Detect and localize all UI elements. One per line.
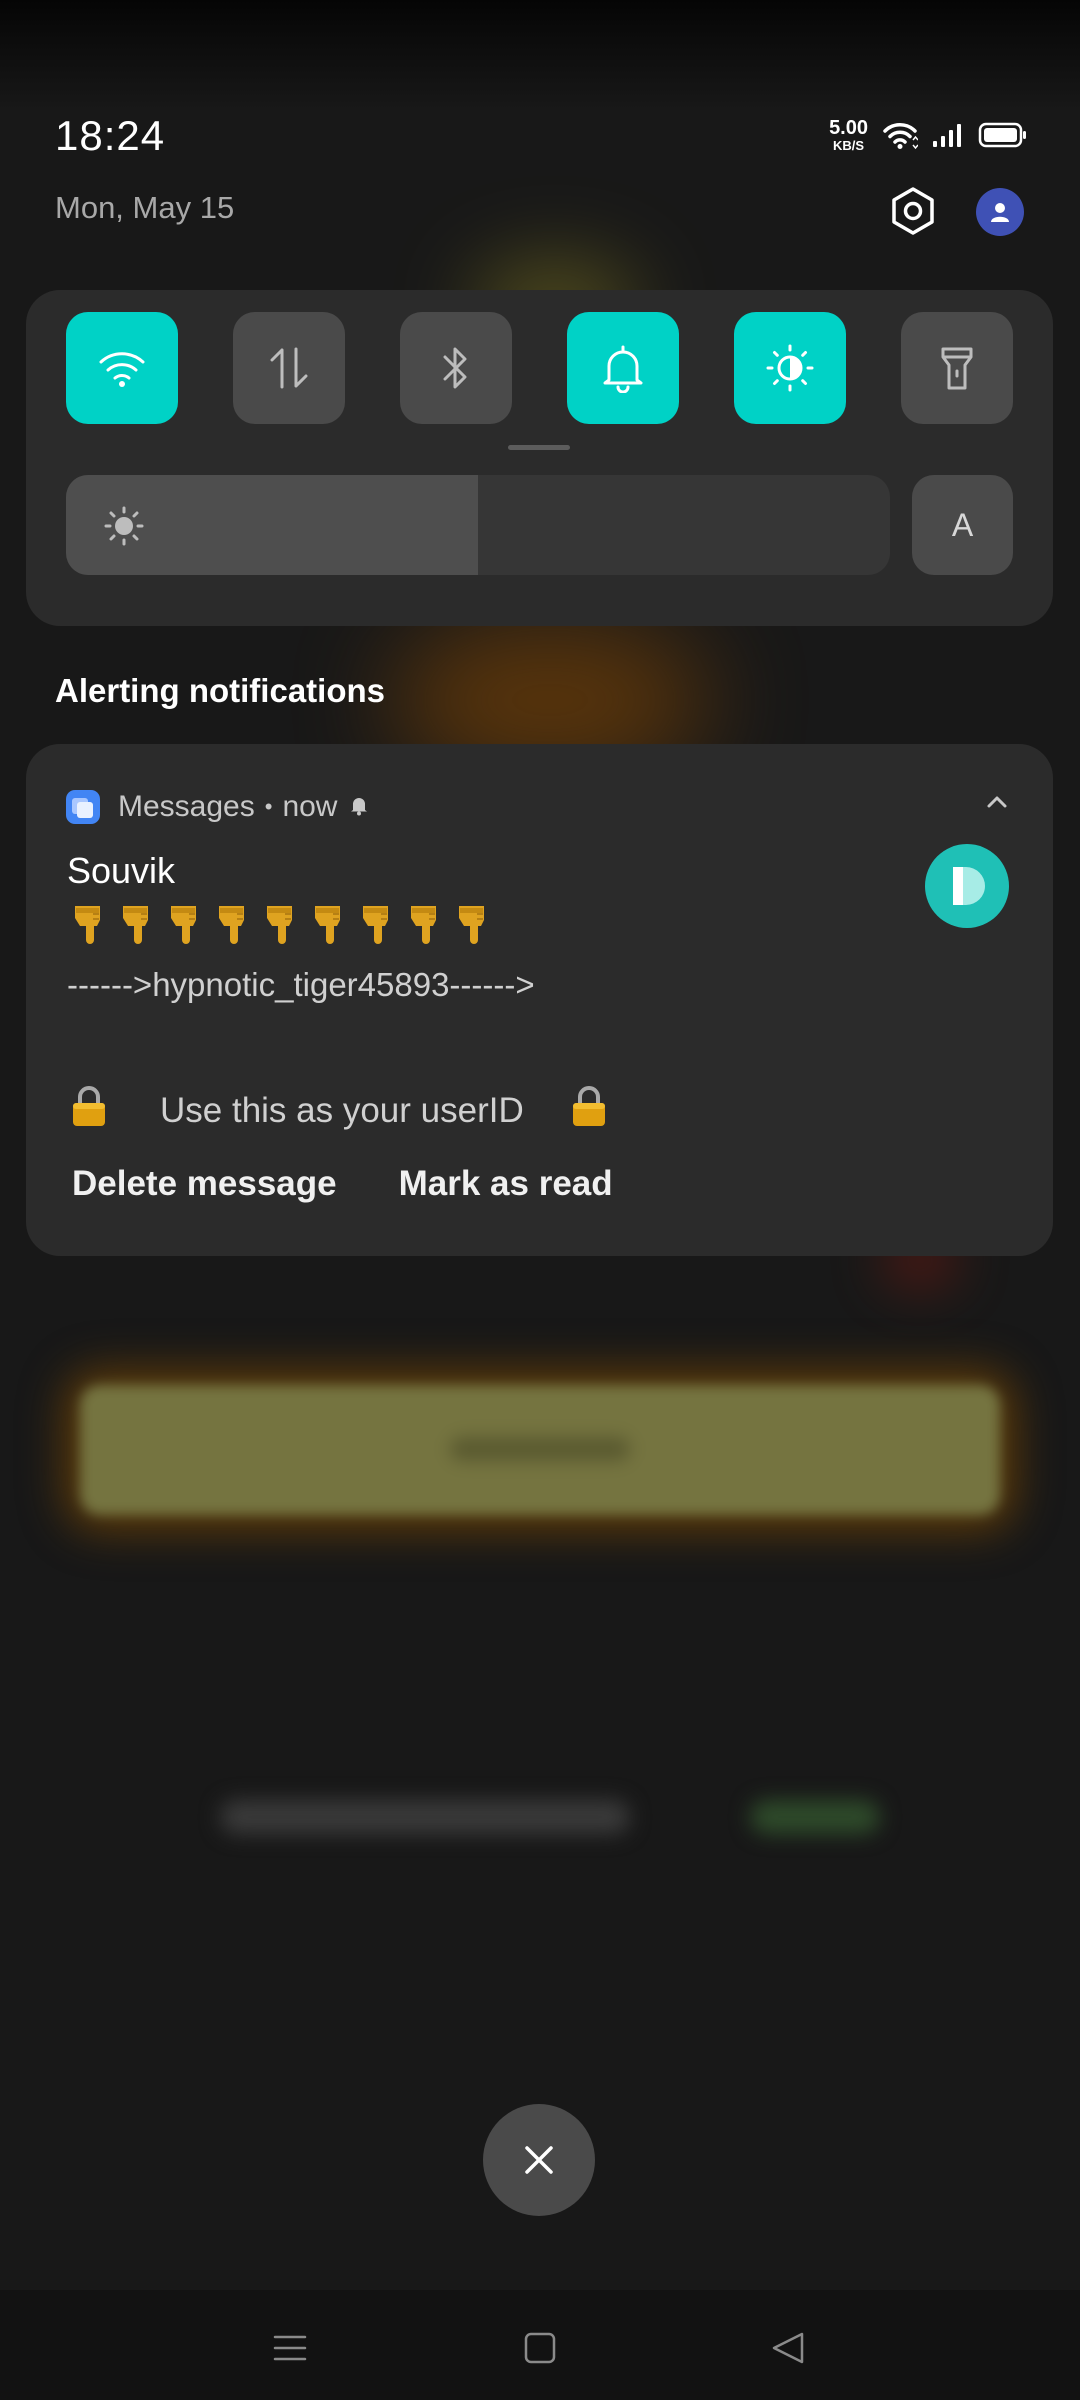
panel-drag-handle[interactable] (508, 445, 570, 450)
collapse-chevron-icon[interactable] (985, 794, 1009, 815)
message-line-userid: Use this as your userID (70, 1084, 608, 1137)
status-icons: 5.00 KB/S (829, 118, 1028, 152)
user-avatar-icon[interactable] (976, 188, 1024, 236)
background-blurred-text (220, 1800, 630, 1834)
background-blurred-button (80, 1385, 1000, 1515)
network-speed: 5.00 KB/S (829, 118, 868, 152)
data-transfer-icon (270, 347, 308, 389)
quick-settings-panel: A (26, 290, 1053, 626)
pointing-down-emoji-icon (166, 902, 204, 946)
clear-all-button[interactable] (483, 2104, 595, 2216)
bluetooth-tile[interactable] (400, 312, 512, 424)
notification-header: Messages • now (66, 790, 369, 824)
lock-emoji-icon (570, 1084, 608, 1137)
pointing-down-emoji-icon (310, 902, 348, 946)
message-notification[interactable]: Messages • now Souvik ------>hypnotic_ti… (26, 744, 1053, 1256)
separator-dot: • (264, 794, 273, 819)
home-icon[interactable] (510, 2318, 570, 2378)
settings-hexagon-icon[interactable] (887, 185, 939, 237)
mark-as-read-button[interactable]: Mark as read (399, 1164, 613, 1204)
background-blurred-link (750, 1800, 880, 1834)
bell-icon (603, 345, 643, 393)
notification-actions: Delete message Mark as read (72, 1164, 613, 1204)
mobile-data-tile[interactable] (233, 312, 345, 424)
lock-emoji-icon (70, 1084, 108, 1137)
pointing-down-emoji-icon (358, 902, 396, 946)
close-icon (525, 2146, 553, 2174)
top-shade (0, 0, 1080, 110)
pointing-down-emoji-icon (406, 902, 444, 946)
pointing-down-emoji-row (70, 902, 492, 946)
date[interactable]: Mon, May 15 (55, 190, 234, 226)
wifi-icon (99, 352, 145, 387)
battery-icon (978, 121, 1028, 149)
contact-avatar-icon (925, 844, 1009, 928)
pointing-down-emoji-icon (262, 902, 300, 946)
wifi-icon (882, 120, 918, 150)
brightness-slider[interactable] (66, 475, 890, 575)
pointing-down-emoji-icon (214, 902, 252, 946)
message-sender: Souvik (67, 850, 176, 891)
notification-app-name: Messages (118, 790, 255, 823)
sound-tile[interactable] (567, 312, 679, 424)
bluetooth-icon (443, 347, 467, 389)
flashlight-icon (941, 347, 973, 390)
signal-icon (932, 122, 964, 148)
pointing-down-emoji-icon (70, 902, 108, 946)
brightness-icon (104, 506, 144, 551)
alerting-bell-icon (349, 790, 369, 824)
flashlight-tile[interactable] (901, 312, 1013, 424)
delete-message-button[interactable]: Delete message (72, 1164, 337, 1204)
menu-icon[interactable] (260, 2318, 320, 2378)
message-line: ------>hypnotic_tiger45893------> (67, 966, 535, 1003)
notification-shade: 18:24 Mon, May 15 5.00 KB/S A Alerting n… (0, 0, 1080, 2400)
back-icon[interactable] (758, 2318, 818, 2378)
notifications-section-title: Alerting notifications (55, 672, 385, 709)
auto-brightness-button[interactable]: A (912, 475, 1013, 575)
messages-app-icon (66, 790, 100, 824)
network-speed-value: 5.00 (829, 117, 868, 139)
wifi-tile[interactable] (66, 312, 178, 424)
pointing-down-emoji-icon (118, 902, 156, 946)
contrast-icon (766, 344, 814, 392)
clock[interactable]: 18:24 (55, 112, 165, 160)
pointing-down-emoji-icon (454, 902, 492, 946)
network-speed-unit: KB/S (833, 138, 865, 153)
navigation-bar (0, 2290, 1080, 2400)
notification-time: now (282, 790, 338, 823)
userid-instruction: Use this as your userID (160, 1090, 524, 1130)
dark-mode-tile[interactable] (734, 312, 846, 424)
